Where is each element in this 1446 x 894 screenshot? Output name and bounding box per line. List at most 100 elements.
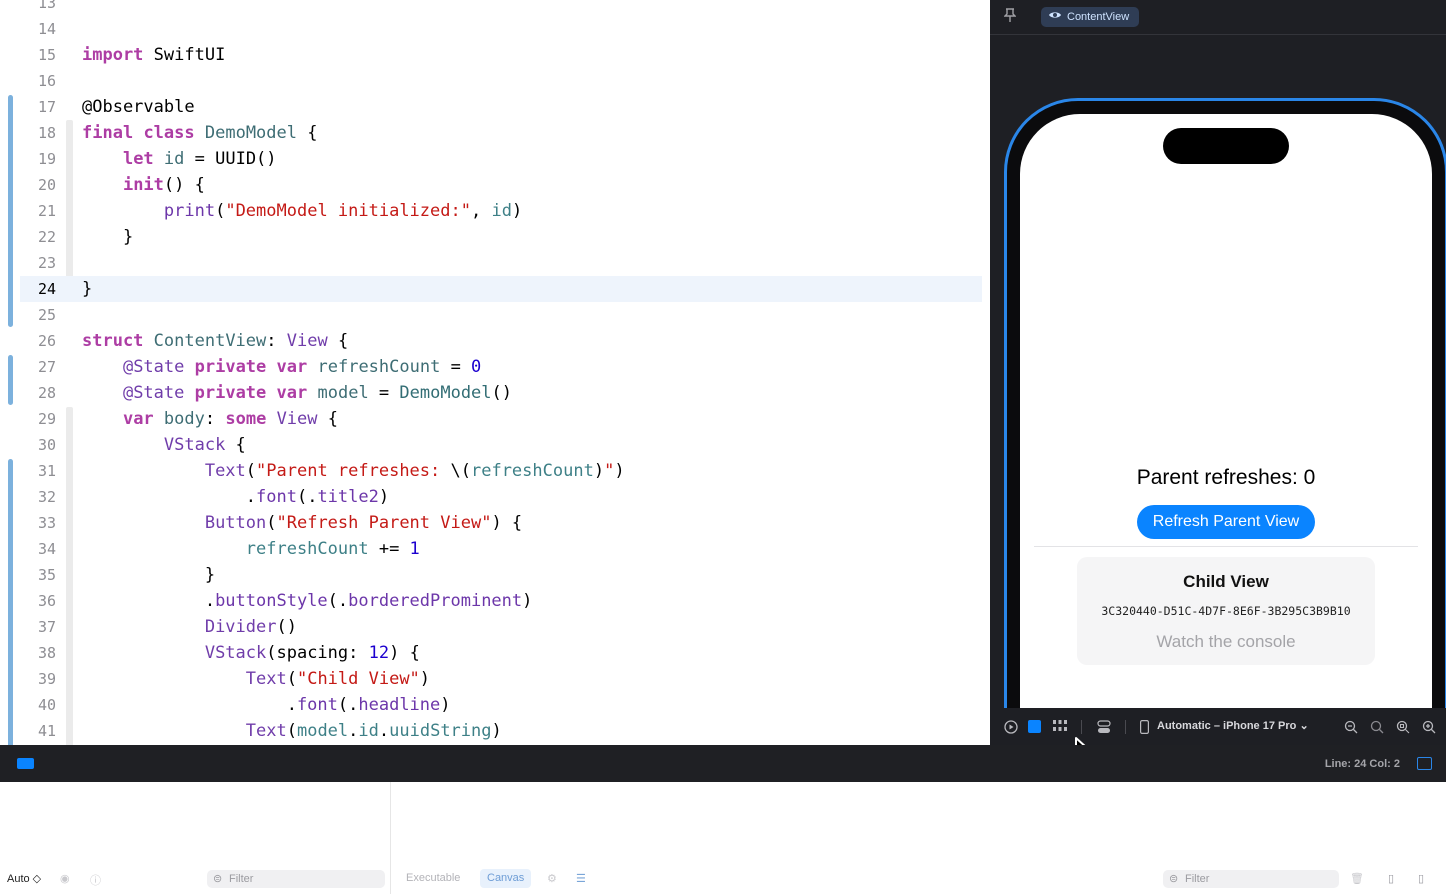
line-number: 15 — [37, 46, 56, 64]
code-text: .font(.title2) — [82, 487, 390, 507]
right-panel-icon[interactable]: ▯ — [1418, 872, 1424, 885]
code-line[interactable]: 13 — [0, 0, 990, 16]
line-number: 17 — [37, 98, 56, 116]
refresh-parent-view-button[interactable]: Refresh Parent View — [1137, 505, 1315, 539]
content-view-tab[interactable]: ContentView — [1041, 7, 1140, 27]
toggle-icon[interactable]: ☰ — [576, 872, 586, 885]
variants-grid-icon[interactable] — [1053, 720, 1067, 735]
code-line[interactable]: 41 Text(model.id.uuidString) — [0, 718, 990, 744]
content-view-tab-label: ContentView — [1067, 11, 1130, 23]
code-line[interactable]: 19 let id = UUID() — [0, 146, 990, 172]
code-line[interactable]: 32 .font(.title2) — [0, 484, 990, 510]
code-line[interactable]: 30 VStack { — [0, 432, 990, 458]
chevron-down-icon: ⌄ — [1299, 720, 1309, 732]
code-text: let id = UUID() — [122, 149, 277, 169]
line-number: 19 — [37, 150, 56, 168]
code-line[interactable]: 24 } — [0, 276, 990, 302]
zoom-actual-icon[interactable] — [1396, 720, 1410, 737]
line-number: 18 — [37, 124, 56, 142]
variables-filter-placeholder: Filter — [229, 873, 254, 885]
code-text: refreshCount += 1 — [245, 539, 420, 559]
variables-filter-input[interactable]: ⊜ Filter — [207, 870, 385, 888]
tab-canvas[interactable]: Canvas — [480, 869, 532, 888]
code-text: init() { — [122, 175, 205, 195]
code-text: @Observable — [82, 97, 195, 117]
divider — [1034, 546, 1418, 547]
selectable-mode-icon[interactable] — [1028, 720, 1041, 733]
debug-area: Auto ◇ ◉ ⓘ ⊜ Filter Executable Canvas ⚙ … — [0, 782, 1446, 894]
eye-icon[interactable]: ◉ — [60, 872, 70, 885]
code-line[interactable]: 38 VStack(spacing: 12) { — [0, 640, 990, 666]
code-line[interactable]: 14 — [0, 16, 990, 42]
code-line[interactable]: 20 init() { — [0, 172, 990, 198]
code-line[interactable]: 39 Text("Child View") — [0, 666, 990, 692]
filter-icon: ⊜ — [1169, 873, 1179, 885]
code-text: Divider() — [204, 617, 297, 637]
code-line[interactable]: 25 — [0, 302, 990, 328]
line-number: 24 — [37, 280, 56, 298]
line-number: 26 — [37, 332, 56, 350]
code-line[interactable]: 31 Text("Parent refreshes: \(refreshCoun… — [0, 458, 990, 484]
code-line[interactable]: 33 Button("Refresh Parent View") { — [0, 510, 990, 536]
trash-icon[interactable]: 🗑 — [1350, 872, 1364, 885]
code-text: Text(model.id.uuidString) — [245, 721, 502, 741]
code-line[interactable]: 23 — [0, 250, 990, 276]
code-line[interactable]: 37 Divider() — [0, 614, 990, 640]
zoom-out-icon[interactable] — [1344, 720, 1358, 737]
code-text: VStack(spacing: 12) { — [204, 643, 420, 663]
line-number: 33 — [37, 514, 56, 532]
code-text: var body: some View { — [122, 409, 338, 429]
preview-canvas[interactable]: ContentView Parent refreshes: 0 Refresh … — [990, 0, 1446, 745]
code-line[interactable]: 28 @State private var model = DemoModel(… — [0, 380, 990, 406]
child-view-card: Child View 3C320440-D51C-4D7F-8E6F-3B295… — [1077, 557, 1375, 665]
iphone-frame: Parent refreshes: 0 Refresh Parent View … — [1004, 98, 1446, 745]
code-line[interactable]: 21 print("DemoModel initialized:", id) — [0, 198, 990, 224]
console-filter-input[interactable]: ⊜ Filter — [1163, 870, 1339, 888]
line-number: 34 — [37, 540, 56, 558]
line-number: 25 — [37, 306, 56, 324]
line-number: 36 — [37, 592, 56, 610]
code-text: } — [82, 227, 134, 247]
console-filter-placeholder: Filter — [1185, 873, 1210, 885]
pin-icon[interactable] — [1003, 8, 1017, 26]
code-line[interactable]: 29 var body: some View { — [0, 406, 990, 432]
toolbar-separator — [1081, 720, 1082, 734]
device-settings-icon[interactable] — [1097, 720, 1111, 737]
code-line[interactable]: 16 — [0, 68, 990, 94]
code-line[interactable]: 27 @State private var refreshCount = 0 — [0, 354, 990, 380]
canvas-toggle-icon[interactable] — [1417, 757, 1432, 770]
tab-executable[interactable]: Executable — [406, 872, 460, 884]
iphone-screen[interactable]: Parent refreshes: 0 Refresh Parent View … — [1020, 114, 1432, 745]
info-icon[interactable]: ⓘ — [90, 872, 101, 888]
left-panel-icon[interactable]: ▯ — [1388, 872, 1394, 885]
code-line[interactable]: 18 final class DemoModel { — [0, 120, 990, 146]
child-view-uuid: 3C320440-D51C-4D7F-8E6F-3B295C3B9B10 — [1101, 604, 1351, 618]
child-view-title: Child View — [1183, 572, 1269, 591]
eye-icon — [1048, 7, 1062, 27]
zoom-in-icon[interactable] — [1422, 720, 1436, 737]
device-selector-label: Automatic – iPhone 17 Pro — [1157, 720, 1297, 732]
code-line[interactable]: 35 } — [0, 562, 990, 588]
code-line[interactable]: 34 refreshCount += 1 — [0, 536, 990, 562]
line-number: 41 — [37, 722, 56, 740]
line-number: 27 — [37, 358, 56, 376]
code-editor[interactable]: 13 14 15 import SwiftUI 16 17 @Observabl… — [0, 0, 990, 745]
live-preview-icon[interactable] — [1004, 720, 1018, 737]
debug-area-toggle-icon[interactable] — [17, 758, 34, 769]
code-text: @State private var refreshCount = 0 — [122, 357, 482, 377]
code-line[interactable]: 15 import SwiftUI — [0, 42, 990, 68]
code-text: } — [82, 565, 216, 585]
line-number: 40 — [37, 696, 56, 714]
code-line[interactable]: 26 struct ContentView: View { — [0, 328, 990, 354]
zoom-to-fit-icon[interactable] — [1370, 720, 1384, 737]
variables-scope-selector[interactable]: Auto ◇ — [7, 872, 41, 885]
parent-refreshes-text: Parent refreshes: 0 — [1136, 466, 1316, 489]
code-line[interactable]: 36 .buttonStyle(.borderedProminent) — [0, 588, 990, 614]
code-line[interactable]: 40 .font(.headline) — [0, 692, 990, 718]
code-line[interactable]: 22 } — [0, 224, 990, 250]
settings-icon[interactable]: ⚙ — [547, 872, 557, 885]
line-number: 20 — [37, 176, 56, 194]
device-selector[interactable]: Automatic – iPhone 17 Pro ⌄ — [1157, 719, 1309, 732]
code-line[interactable]: 17 @Observable — [0, 94, 990, 120]
code-text: @State private var model = DemoModel() — [122, 383, 513, 403]
